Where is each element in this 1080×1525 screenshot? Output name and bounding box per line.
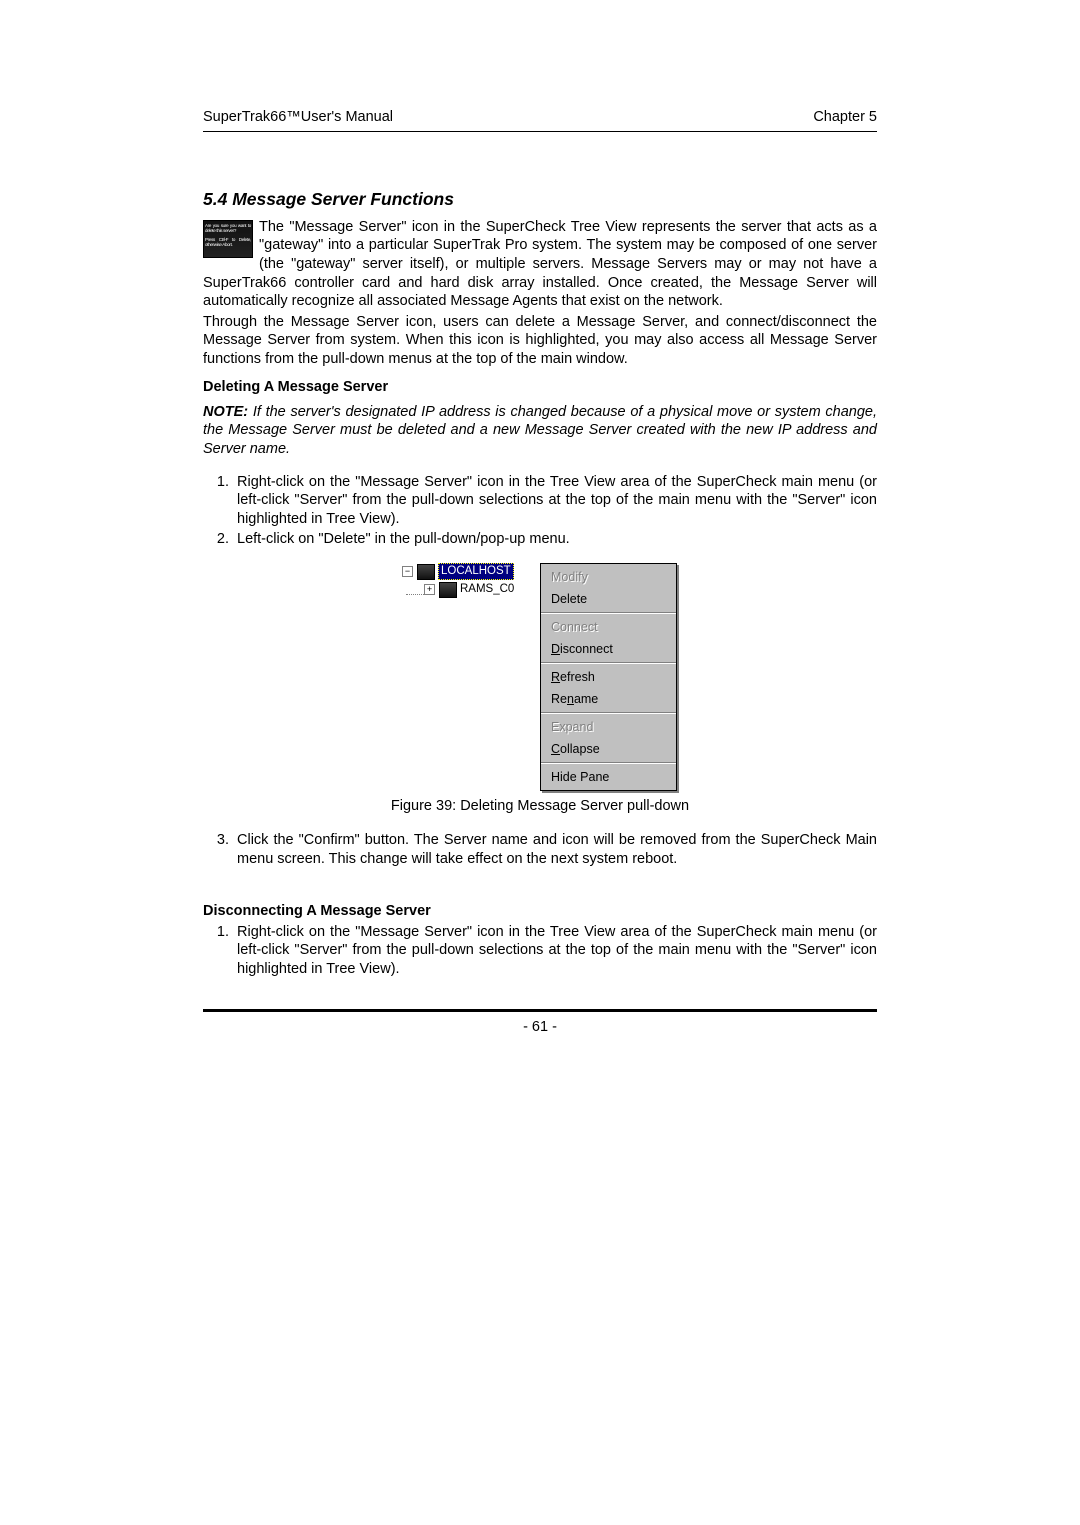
menu-disconnect[interactable]: Disconnect <box>541 638 676 660</box>
menu-rename[interactable]: Rename <box>541 688 676 710</box>
list-item: Click the "Confirm" button. The Server n… <box>233 831 877 868</box>
section-heading: 5.4 Message Server Functions <box>203 188 877 210</box>
list-item: Right-click on the "Message Server" icon… <box>233 923 877 979</box>
header-rule <box>203 131 877 132</box>
list-item: Left-click on "Delete" in the pull-down/… <box>233 530 877 549</box>
server-icon <box>417 564 435 580</box>
delete-steps-continued: Click the "Confirm" button. The Server n… <box>203 831 877 868</box>
chapter-label: Chapter 5 <box>813 108 877 127</box>
subheading-delete: Deleting A Message Server <box>203 378 877 397</box>
tree-collapse-icon[interactable]: − <box>402 566 413 577</box>
doc-title: SuperTrak66™User's Manual <box>203 108 393 127</box>
menu-delete[interactable]: Delete <box>541 588 676 610</box>
tree-node-localhost[interactable]: LOCALHOST <box>438 563 514 580</box>
tree-node-rams[interactable]: RAMS_C0 <box>460 582 514 597</box>
menu-expand: Expand <box>541 716 676 738</box>
disconnect-steps: Right-click on the "Message Server" icon… <box>203 923 877 979</box>
menu-refresh[interactable]: Refresh <box>541 666 676 688</box>
menu-modify: Modify <box>541 566 676 588</box>
menu-connect: Connect <box>541 616 676 638</box>
tree-connector <box>406 585 424 595</box>
tree-expand-icon[interactable]: + <box>424 584 435 595</box>
agent-icon <box>439 582 457 598</box>
tree-view: − LOCALHOST + RAMS_C0 <box>402 563 514 599</box>
intro-paragraph-2: Through the Message Server icon, users c… <box>203 313 877 369</box>
footer-rule <box>203 1009 877 1012</box>
context-menu: Modify Delete Connect Disconnect Refresh… <box>540 563 677 791</box>
intro-paragraph-1: The "Message Server" icon in the SuperCh… <box>203 219 877 309</box>
note-label: NOTE: <box>203 404 248 420</box>
figure-39-screenshot: − LOCALHOST + RAMS_C0 Modify Delete Conn… <box>402 563 678 791</box>
page-number: - 61 - <box>203 1018 877 1037</box>
subheading-disconnect: Disconnecting A Message Server <box>203 902 877 921</box>
delete-steps: Right-click on the "Message Server" icon… <box>203 473 877 549</box>
list-item: Right-click on the "Message Server" icon… <box>233 473 877 529</box>
menu-collapse[interactable]: Collapse <box>541 738 676 760</box>
dialog-icon: Are you sure you want to delete this ser… <box>203 220 253 258</box>
dialog-icon-text-1: Are you sure you want to delete this ser… <box>204 221 252 235</box>
figure-caption: Figure 39: Deleting Message Server pull-… <box>203 797 877 816</box>
dialog-icon-text-2: Press Ctrl-F to Delete, otherwise Abort. <box>204 235 252 249</box>
note-body: If the server's designated IP address is… <box>203 404 877 457</box>
menu-hide-pane[interactable]: Hide Pane <box>541 766 676 788</box>
